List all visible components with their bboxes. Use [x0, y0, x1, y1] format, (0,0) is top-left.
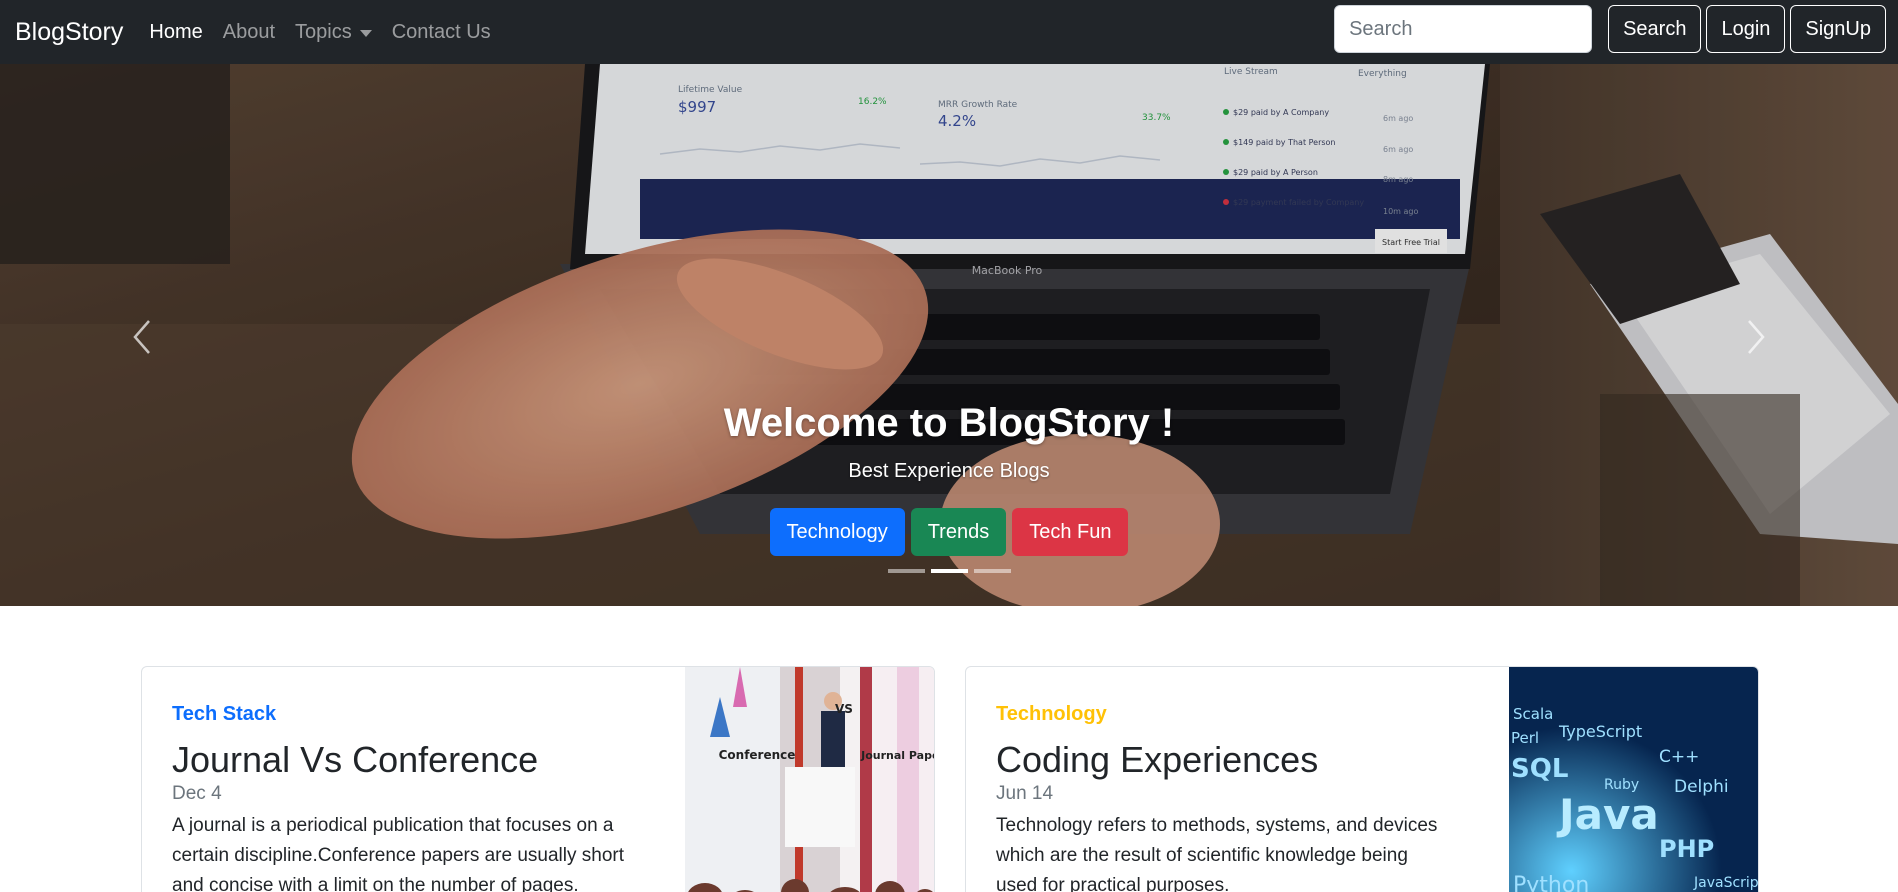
- card-excerpt: Technology refers to methods, systems, a…: [996, 811, 1437, 892]
- nav-topics-label: Topics: [295, 20, 352, 43]
- card-excerpt: A journal is a periodical publication th…: [172, 811, 624, 892]
- blog-card[interactable]: Tech Stack Journal Vs Conference Dec 4 A…: [141, 666, 935, 892]
- card-body: Tech Stack Journal Vs Conference Dec 4 A…: [172, 703, 624, 892]
- thumbnail-word: Python: [1513, 873, 1589, 892]
- card-excerpt-line: Technology refers to methods, systems, a…: [996, 815, 1438, 836]
- carousel-next-button[interactable]: [1731, 312, 1781, 362]
- technology-button[interactable]: Technology: [769, 508, 905, 556]
- blog-card[interactable]: Technology Coding Experiences Jun 14 Tec…: [965, 666, 1759, 892]
- tech-fun-button[interactable]: Tech Fun: [1012, 508, 1129, 556]
- carousel-indicators: [0, 569, 1898, 573]
- chevron-down-icon: [359, 29, 372, 37]
- nav-about[interactable]: About: [223, 21, 275, 44]
- thumbnail-label: VS: [835, 702, 853, 716]
- carousel-indicator-1[interactable]: [887, 569, 925, 573]
- top-navbar: BlogStory Home About Topics Contact Us S…: [0, 0, 1898, 64]
- thumbnail-word: Perl: [1511, 729, 1539, 747]
- nav-topics-dropdown[interactable]: Topics: [295, 21, 372, 44]
- card-category[interactable]: Technology: [996, 703, 1437, 726]
- card-body: Technology Coding Experiences Jun 14 Tec…: [996, 703, 1437, 892]
- hero-carousel: Start Free Trial Lifetime Value $997 16.…: [0, 64, 1898, 606]
- card-title[interactable]: Journal Vs Conference: [172, 739, 624, 781]
- card-date: Jun 14: [996, 783, 1054, 804]
- thumbnail-word: C++: [1659, 747, 1699, 767]
- search-input[interactable]: [1334, 5, 1593, 53]
- card-category[interactable]: Tech Stack: [172, 703, 624, 726]
- thumbnail-word: JavaScript: [1693, 875, 1759, 891]
- thumbnail-word: Java: [1556, 790, 1659, 839]
- thumbnail-label: Journal Paper: [860, 749, 935, 762]
- nav-actions: Search Login SignUp: [1334, 5, 1886, 53]
- carousel-prev-button[interactable]: [117, 312, 167, 362]
- brand-logo[interactable]: BlogStory: [15, 18, 123, 47]
- card-date: Dec 4: [172, 783, 222, 804]
- signup-button[interactable]: SignUp: [1790, 5, 1886, 53]
- search-button[interactable]: Search: [1608, 5, 1702, 53]
- card-excerpt-line: used for practical purposes.: [996, 875, 1230, 892]
- nav-contact[interactable]: Contact Us: [392, 21, 491, 44]
- trends-button[interactable]: Trends: [910, 508, 1007, 556]
- chevron-right-icon: [1748, 320, 1765, 354]
- card-thumbnail-conference: Conference VS Journal Paper: [685, 667, 935, 892]
- thumbnail-word: SQL: [1511, 754, 1568, 784]
- hero-topic-buttons: Technology Trends Tech Fun: [0, 508, 1898, 556]
- carousel-indicator-2[interactable]: [930, 569, 968, 573]
- thumbnail-label: Conference: [719, 748, 796, 762]
- carousel-indicator-3[interactable]: [973, 569, 1011, 573]
- login-button[interactable]: Login: [1706, 5, 1786, 53]
- thumbnail-word: PHP: [1659, 835, 1714, 863]
- card-excerpt-line: and concise with a limit on the number o…: [172, 875, 579, 892]
- card-title[interactable]: Coding Experiences: [996, 739, 1437, 781]
- card-excerpt-line: A journal is a periodical publication th…: [172, 815, 614, 836]
- thumbnail-word: Delphi: [1674, 777, 1729, 797]
- hero-caption: Welcome to BlogStory ! Best Experience B…: [0, 401, 1898, 483]
- nav-home[interactable]: Home: [149, 21, 202, 44]
- card-excerpt-line: certain discipline.Conference papers are…: [172, 845, 625, 866]
- thumbnail-word: Scala: [1513, 705, 1553, 723]
- chevron-left-icon: [133, 320, 150, 354]
- card-thumbnail-coding: Scala Perl TypeScript C++ SQL Ruby Delph…: [1509, 667, 1759, 892]
- hero-title: Welcome to BlogStory !: [723, 401, 1175, 445]
- thumbnail-word: TypeScript: [1558, 722, 1642, 741]
- hero-subtitle: Best Experience Blogs: [848, 460, 1050, 482]
- card-excerpt-line: which are the result of scientific knowl…: [996, 845, 1408, 866]
